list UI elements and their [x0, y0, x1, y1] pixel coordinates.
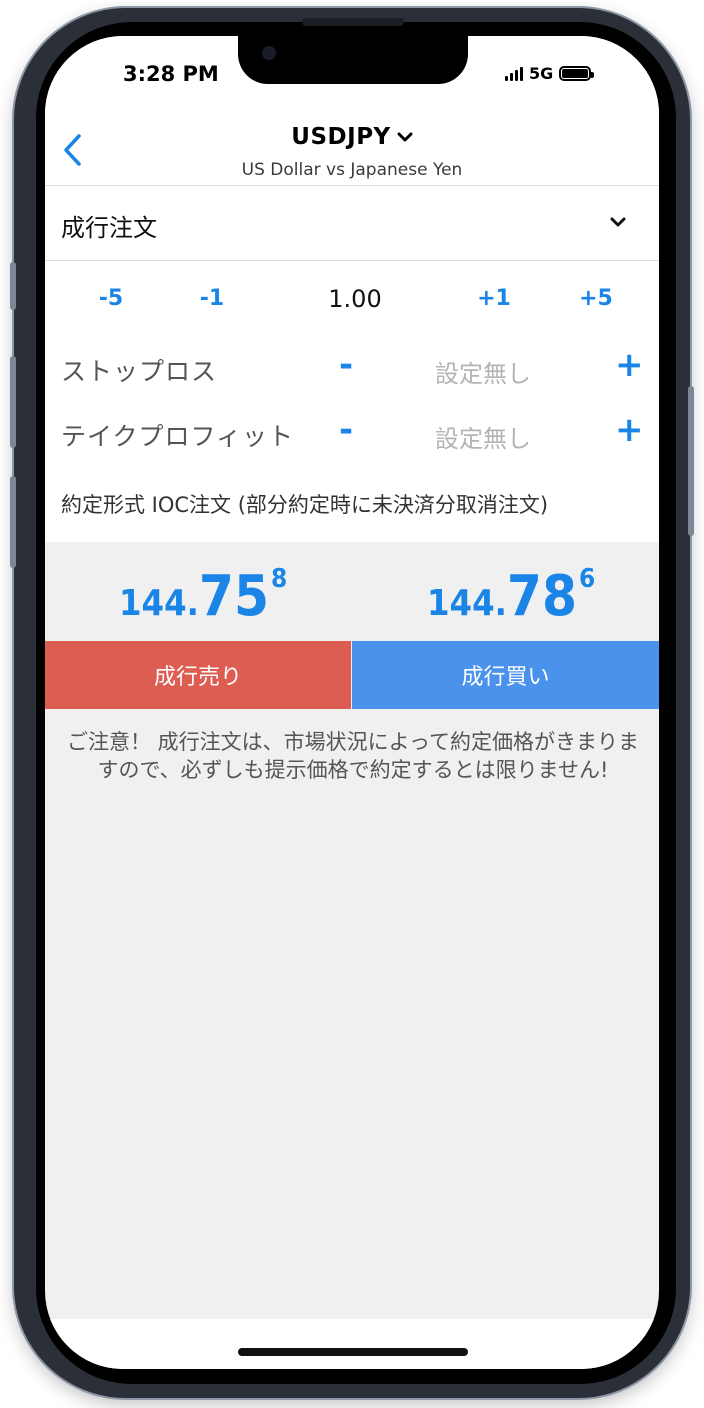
- symbol-subtitle: US Dollar vs Japanese Yen: [241, 160, 463, 180]
- take-profit-label: テイクプロフィット: [61, 422, 295, 451]
- camera-icon: [262, 46, 276, 60]
- take-profit-value[interactable]: 設定無し: [431, 419, 535, 454]
- qty-plus5-button[interactable]: +5: [566, 286, 626, 311]
- buy-price-main: 78: [506, 564, 578, 629]
- market-order-notice: ご注意！ 成行注文は、市場状況によって約定価格がきまりますので、必ずしも提示価格…: [67, 730, 639, 782]
- stop-loss-label: ストップロス: [61, 357, 218, 386]
- sell-price-main: 75: [198, 564, 270, 629]
- stop-loss-plus-button[interactable]: +: [615, 345, 644, 385]
- volume-up-button: [10, 356, 16, 448]
- sell-button[interactable]: 成行売り: [45, 641, 351, 709]
- buy-price-prefix: 144.: [427, 583, 507, 624]
- signal-icon: [505, 66, 523, 81]
- symbol-selector[interactable]: USDJPY: [45, 124, 659, 150]
- mute-switch: [10, 262, 16, 310]
- sell-price: 144. 75 8: [119, 564, 287, 629]
- volume-down-button: [10, 476, 16, 568]
- symbol-title: USDJPY: [291, 124, 391, 150]
- battery-icon: [559, 66, 595, 81]
- qty-value[interactable]: 1.00: [305, 285, 405, 313]
- sell-price-pip: 8: [271, 564, 288, 594]
- order-type-dropdown[interactable]: [608, 214, 628, 234]
- qty-minus5-button[interactable]: -5: [81, 286, 141, 311]
- home-indicator[interactable]: [238, 1348, 468, 1356]
- header-divider: [45, 185, 659, 186]
- qty-plus1-button[interactable]: +1: [464, 286, 524, 311]
- home-bar-area: [45, 1319, 659, 1369]
- network-type: 5G: [529, 64, 554, 83]
- notch: [238, 36, 468, 84]
- app-screen: 3:28 PM 5G USDJPY US Dollar vs Japanese …: [45, 36, 659, 1369]
- sell-price-prefix: 144.: [119, 583, 199, 624]
- chevron-down-icon: [397, 132, 413, 142]
- stop-loss-value[interactable]: 設定無し: [431, 354, 535, 389]
- order-type-label[interactable]: 成行注文: [61, 208, 157, 243]
- order-type-divider: [45, 260, 659, 261]
- execution-type-text: 約定形式 IOC注文 (部分約定時に未決済分取消注文): [61, 493, 549, 517]
- qty-minus1-button[interactable]: -1: [182, 286, 242, 311]
- chevron-down-icon: [610, 217, 626, 227]
- take-profit-minus-button[interactable]: -: [334, 410, 358, 450]
- buy-price: 144. 78 6: [427, 564, 595, 629]
- buy-price-pip: 6: [579, 564, 596, 594]
- take-profit-plus-button[interactable]: +: [615, 410, 644, 450]
- status-indicators: 5G: [505, 64, 595, 83]
- buy-button[interactable]: 成行買い: [352, 641, 659, 709]
- status-time: 3:28 PM: [123, 62, 219, 86]
- power-button: [688, 386, 694, 536]
- speaker-grille: [302, 18, 404, 26]
- stop-loss-minus-button[interactable]: -: [334, 345, 358, 385]
